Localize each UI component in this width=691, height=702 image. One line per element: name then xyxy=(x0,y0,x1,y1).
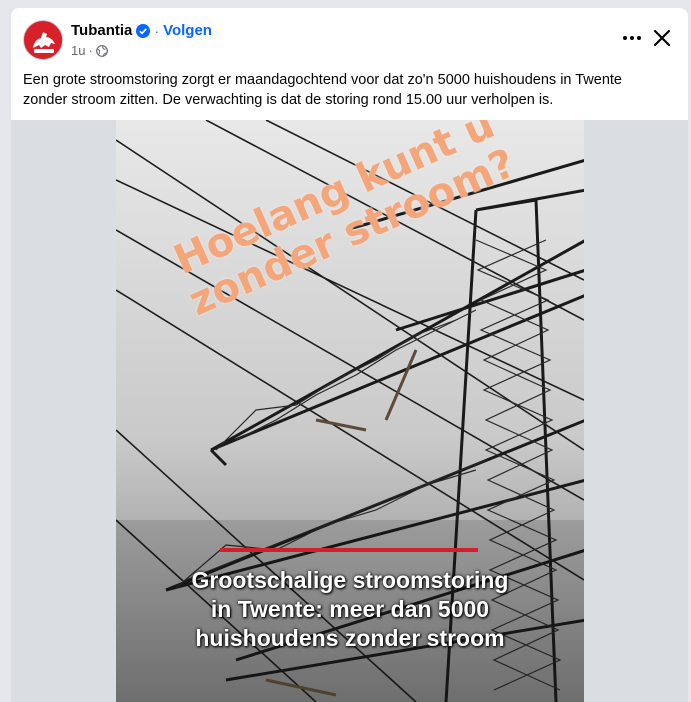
close-button[interactable] xyxy=(650,26,674,50)
more-button[interactable] xyxy=(620,28,644,48)
post-meta: 1u · xyxy=(71,43,108,58)
globe-icon xyxy=(95,44,108,57)
name-separator: · xyxy=(154,22,160,39)
meta-separator: · xyxy=(88,43,93,58)
post-timestamp[interactable]: 1u xyxy=(71,43,85,58)
follow-button[interactable]: Volgen xyxy=(163,22,212,39)
verified-badge-icon xyxy=(136,23,151,38)
post-card: Tubantia · Volgen 1u · Een grote strooms… xyxy=(11,8,688,702)
post-text: Een grote stroomstoring zorgt er maandag… xyxy=(23,72,622,108)
page-name[interactable]: Tubantia xyxy=(71,22,132,39)
close-icon xyxy=(653,29,671,47)
caption-accent-line xyxy=(220,548,478,552)
tubantia-logo xyxy=(25,22,62,59)
image-caption: Grootschalige stroomstoring in Twente: m… xyxy=(191,567,509,651)
more-icon xyxy=(623,36,641,40)
page-avatar[interactable] xyxy=(23,20,63,60)
name-row: Tubantia · Volgen xyxy=(71,22,212,39)
post-image[interactable]: Hoelang kunt u zonder stroom? Grootschal… xyxy=(116,120,584,702)
post-header: Tubantia · Volgen 1u · xyxy=(11,8,688,68)
